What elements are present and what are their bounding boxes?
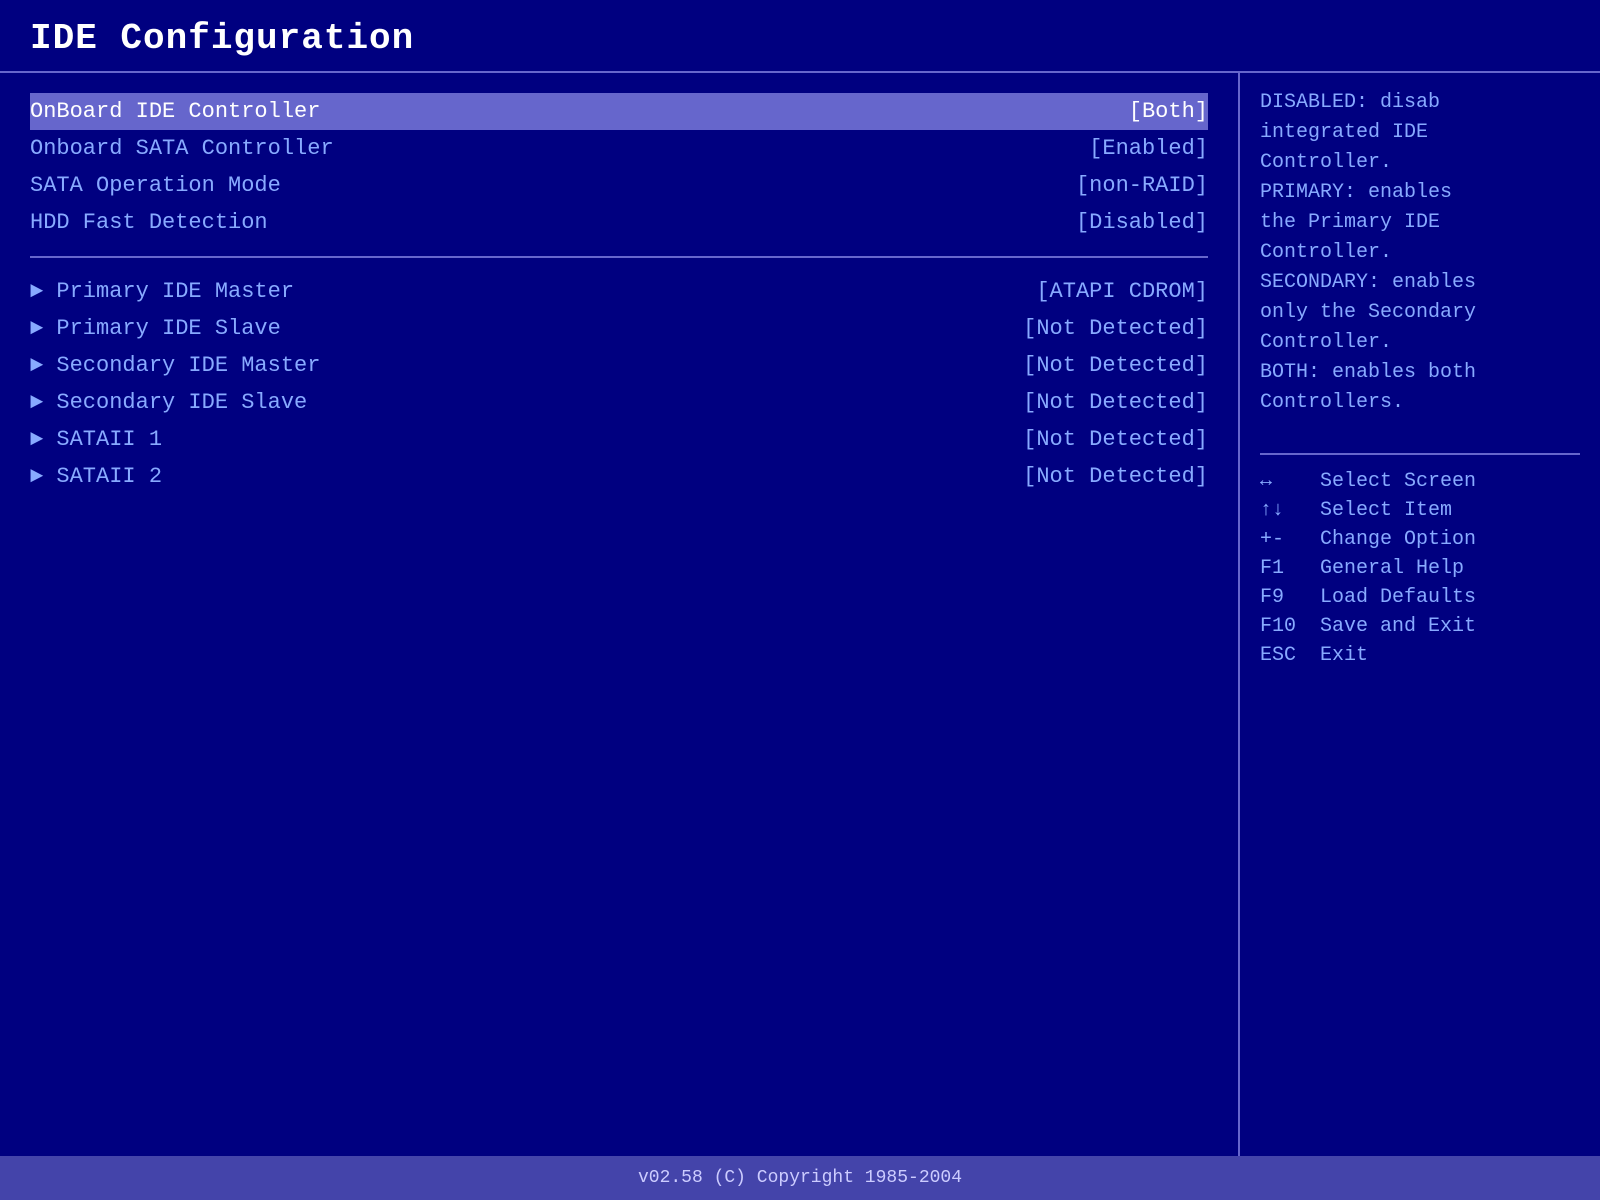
submenu-name: ► SATAII 1 <box>30 427 162 452</box>
footer-text: v02.58 (C) Copyright 1985-2004 <box>638 1168 962 1188</box>
key-row: +- Change Option <box>1260 528 1580 551</box>
page-title: IDE Configuration <box>30 18 1570 59</box>
submenu-name: ► Secondary IDE Slave <box>30 390 307 415</box>
submenu-row[interactable]: ► Primary IDE Slave [Not Detected] <box>30 310 1208 347</box>
submenu-name: ► Primary IDE Slave <box>30 316 281 341</box>
submenu-name: ► SATAII 2 <box>30 464 162 489</box>
help-text: DISABLED: disab integrated IDE Controlle… <box>1260 88 1580 418</box>
setting-name: SATA Operation Mode <box>30 173 281 198</box>
submenu-row[interactable]: ► SATAII 2 [Not Detected] <box>30 458 1208 495</box>
submenus-table: ► Primary IDE Master[ATAPI CDROM]► Prima… <box>30 273 1208 495</box>
setting-name: OnBoard IDE Controller <box>30 99 320 124</box>
key-desc: General Help <box>1320 557 1464 580</box>
submenu-row[interactable]: ► Primary IDE Master [ATAPI CDROM] <box>30 273 1208 310</box>
settings-row[interactable]: SATA Operation Mode [non-RAID] <box>30 167 1208 204</box>
settings-row[interactable]: HDD Fast Detection [Disabled] <box>30 204 1208 241</box>
submenu-value: [ATAPI CDROM] <box>1036 279 1208 304</box>
submenu-value: [Not Detected] <box>1023 427 1208 452</box>
key-symbol: +- <box>1260 528 1305 551</box>
submenu-value: [Not Detected] <box>1023 316 1208 341</box>
key-desc: Load Defaults <box>1320 586 1476 609</box>
setting-value: [Both] <box>1129 99 1208 124</box>
key-row: ↑↓ Select Item <box>1260 499 1580 522</box>
key-symbol: F9 <box>1260 586 1305 609</box>
settings-row[interactable]: Onboard SATA Controller [Enabled] <box>30 130 1208 167</box>
submenu-value: [Not Detected] <box>1023 353 1208 378</box>
key-desc: Exit <box>1320 644 1368 667</box>
setting-value: [non-RAID] <box>1076 173 1208 198</box>
submenu-row[interactable]: ► Secondary IDE Master [Not Detected] <box>30 347 1208 384</box>
key-desc: Select Screen <box>1320 470 1476 493</box>
settings-row[interactable]: OnBoard IDE Controller [Both] <box>30 93 1208 130</box>
key-desc: Change Option <box>1320 528 1476 551</box>
bios-screen: IDE Configuration OnBoard IDE Controller… <box>0 0 1600 1200</box>
key-row: ↔ Select Screen <box>1260 470 1580 493</box>
setting-name: HDD Fast Detection <box>30 210 268 235</box>
settings-table: OnBoard IDE Controller [Both] Onboard SATA… <box>30 93 1208 241</box>
key-symbol: ↑↓ <box>1260 499 1305 522</box>
key-symbol: ESC <box>1260 644 1305 667</box>
setting-value: [Disabled] <box>1076 210 1208 235</box>
key-row: F10 Save and Exit <box>1260 615 1580 638</box>
submenu-row[interactable]: ► Secondary IDE Slave [Not Detected] <box>30 384 1208 421</box>
title-bar: IDE Configuration <box>0 0 1600 73</box>
key-desc: Save and Exit <box>1320 615 1476 638</box>
key-symbol: F10 <box>1260 615 1305 638</box>
submenu-row[interactable]: ► SATAII 1 [Not Detected] <box>30 421 1208 458</box>
key-divider <box>1260 453 1580 455</box>
submenu-name: ► Secondary IDE Master <box>30 353 320 378</box>
setting-name: Onboard SATA Controller <box>30 136 334 161</box>
key-legend: ↔ Select Screen ↑↓ Select Item +- Change Opti… <box>1260 470 1580 667</box>
key-row: F9 Load Defaults <box>1260 586 1580 609</box>
submenu-value: [Not Detected] <box>1023 464 1208 489</box>
key-row: F1 General Help <box>1260 557 1580 580</box>
divider <box>30 256 1208 258</box>
setting-value: [Enabled] <box>1089 136 1208 161</box>
footer: v02.58 (C) Copyright 1985-2004 <box>0 1156 1600 1200</box>
key-row: ESC Exit <box>1260 644 1580 667</box>
key-symbol: ↔ <box>1260 470 1305 493</box>
key-desc: Select Item <box>1320 499 1452 522</box>
right-panel: DISABLED: disab integrated IDE Controlle… <box>1240 73 1600 1156</box>
submenu-value: [Not Detected] <box>1023 390 1208 415</box>
main-area: OnBoard IDE Controller [Both] Onboard SATA… <box>0 73 1600 1156</box>
submenu-name: ► Primary IDE Master <box>30 279 294 304</box>
left-panel: OnBoard IDE Controller [Both] Onboard SATA… <box>0 73 1240 1156</box>
key-symbol: F1 <box>1260 557 1305 580</box>
